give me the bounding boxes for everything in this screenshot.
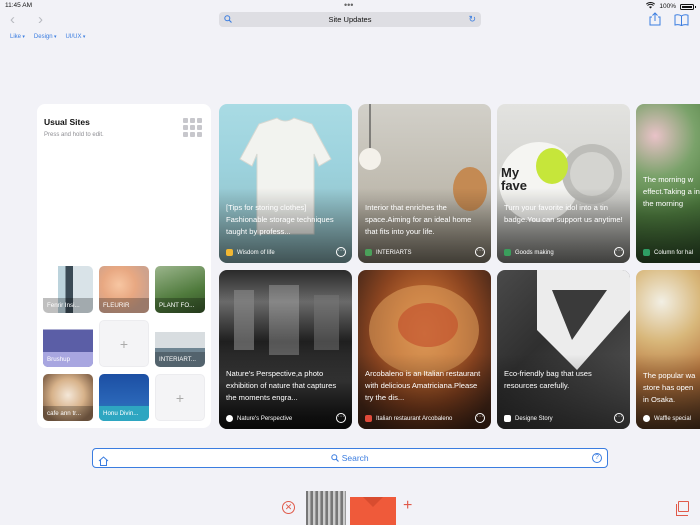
usual-sites-title: Usual Sites xyxy=(44,117,90,127)
article-card[interactable]: The popular wa store has open in Osaka. … xyxy=(636,270,700,429)
filter-like[interactable]: Like xyxy=(10,34,25,40)
site-tile-cafe[interactable]: cafe ann tr... xyxy=(43,374,93,421)
site-tile-label: cafe ann tr... xyxy=(43,406,93,421)
article-card[interactable]: My fave Turn your favorite idol into a t… xyxy=(497,104,630,263)
article-source: Wisdom of life xyxy=(226,249,275,256)
back-icon[interactable]: ‹ xyxy=(10,12,15,28)
tabs-overview-icon[interactable] xyxy=(676,501,689,516)
wifi-icon xyxy=(646,2,656,11)
search-icon xyxy=(331,454,340,462)
site-tile-interiarts[interactable]: INTERIART... xyxy=(155,320,205,367)
filter-design[interactable]: Design xyxy=(34,34,57,40)
address-title: Site Updates xyxy=(328,15,372,24)
usual-sites-hint: Press and hold to edit. xyxy=(44,132,104,138)
search-bar[interactable]: Search ? xyxy=(92,448,608,468)
article-source: Column for hal xyxy=(643,249,693,256)
article-source: Designe Story xyxy=(504,415,553,422)
article-source: Goods making xyxy=(504,249,554,256)
tab-thumbnail[interactable] xyxy=(306,491,346,525)
address-bar[interactable]: Site Updates ↻ xyxy=(219,12,481,27)
article-title: The popular wa store has open in Osaka. xyxy=(643,371,696,404)
status-bar: 11:45 AM ••• 100% xyxy=(0,0,700,12)
article-source: Italian restaurant Arcobaleno xyxy=(365,415,452,422)
add-site-button[interactable]: + xyxy=(99,320,149,367)
help-icon[interactable]: ? xyxy=(592,453,602,463)
grid-icon[interactable] xyxy=(183,118,202,137)
add-site-button[interactable]: + xyxy=(155,374,205,421)
more-icon[interactable]: ··· xyxy=(336,247,346,257)
site-tile-label: Fenrir Insi... xyxy=(43,298,93,313)
battery-percent: 100% xyxy=(659,3,676,10)
article-card[interactable]: [Tips for storing clothes] Fashionable s… xyxy=(219,104,352,263)
article-source: Nature's Perspective xyxy=(226,415,292,422)
article-title: Nature's Perspective,a photo exhibition … xyxy=(226,369,337,402)
article-title: Arcobaleno is an Italian restaurant with… xyxy=(365,369,481,402)
article-title: Turn your favorite idol into a tin badge… xyxy=(504,203,623,224)
site-tile-brushup[interactable]: Brushup xyxy=(43,320,93,367)
site-tile-plant[interactable]: PLANT FO... xyxy=(155,266,205,313)
site-tile-label: FLEURIR xyxy=(99,298,149,313)
forward-icon[interactable]: › xyxy=(38,12,43,28)
source-favicon xyxy=(504,415,511,422)
site-tile-label: PLANT FO... xyxy=(155,298,205,313)
site-tile-fenrir[interactable]: Fenrir Insi... xyxy=(43,266,93,313)
share-icon[interactable] xyxy=(649,12,661,31)
status-right: 100% xyxy=(646,2,696,11)
add-tab-button[interactable]: + xyxy=(403,497,412,515)
bookmarks-icon[interactable] xyxy=(674,13,689,31)
search-icon xyxy=(224,15,232,25)
tab-thumbnail-active[interactable] xyxy=(350,491,396,525)
site-tile-label: INTERIART... xyxy=(155,352,205,367)
site-tile-fleurir[interactable]: FLEURIR xyxy=(99,266,149,313)
article-card[interactable]: Interior that enriches the space.Aiming … xyxy=(358,104,491,263)
source-favicon xyxy=(643,415,650,422)
close-tab-icon[interactable]: ✕ xyxy=(282,501,295,514)
article-card[interactable]: Eco-friendly bag that uses resources car… xyxy=(497,270,630,429)
site-tile-label: Honu Divin... xyxy=(99,406,149,421)
site-tile-honu[interactable]: Honu Divin... xyxy=(99,374,149,421)
source-favicon xyxy=(504,249,511,256)
article-card[interactable]: Arcobaleno is an Italian restaurant with… xyxy=(358,270,491,429)
more-icon[interactable]: ··· xyxy=(336,413,346,423)
more-icon[interactable]: ··· xyxy=(475,247,485,257)
article-title: [Tips for storing clothes] Fashionable s… xyxy=(226,203,334,236)
more-icon[interactable]: ··· xyxy=(475,413,485,423)
source-favicon xyxy=(365,249,372,256)
reload-icon[interactable]: ↻ xyxy=(468,14,476,25)
more-icon[interactable]: ··· xyxy=(614,413,624,423)
filter-bar: Like Design UI/UX xyxy=(10,34,85,40)
site-tile-label: Brushup xyxy=(43,352,93,367)
article-title: Interior that enriches the space.Aiming … xyxy=(365,203,472,236)
search-label: Search xyxy=(341,453,369,463)
article-card[interactable]: The morning w effect.Taking a in the mor… xyxy=(636,104,700,263)
article-source: Waffle special xyxy=(643,415,691,422)
article-source: INTERIARTS xyxy=(365,249,412,256)
search-center: Search xyxy=(93,453,607,463)
source-favicon xyxy=(226,249,233,256)
more-icon[interactable]: ··· xyxy=(614,247,624,257)
article-title: Eco-friendly bag that uses resources car… xyxy=(504,369,592,390)
status-time: 11:45 AM xyxy=(5,2,32,9)
battery-icon xyxy=(680,3,696,10)
source-favicon xyxy=(365,415,372,422)
article-title: The morning w effect.Taking a in the mor… xyxy=(643,175,700,208)
source-favicon xyxy=(643,249,650,256)
article-card[interactable]: Nature's Perspective,a photo exhibition … xyxy=(219,270,352,429)
multitask-dots[interactable]: ••• xyxy=(344,0,353,10)
filter-uiux[interactable]: UI/UX xyxy=(66,34,86,40)
source-favicon xyxy=(226,415,233,422)
usual-sites-panel: Usual Sites Press and hold to edit. Fenr… xyxy=(37,104,211,428)
